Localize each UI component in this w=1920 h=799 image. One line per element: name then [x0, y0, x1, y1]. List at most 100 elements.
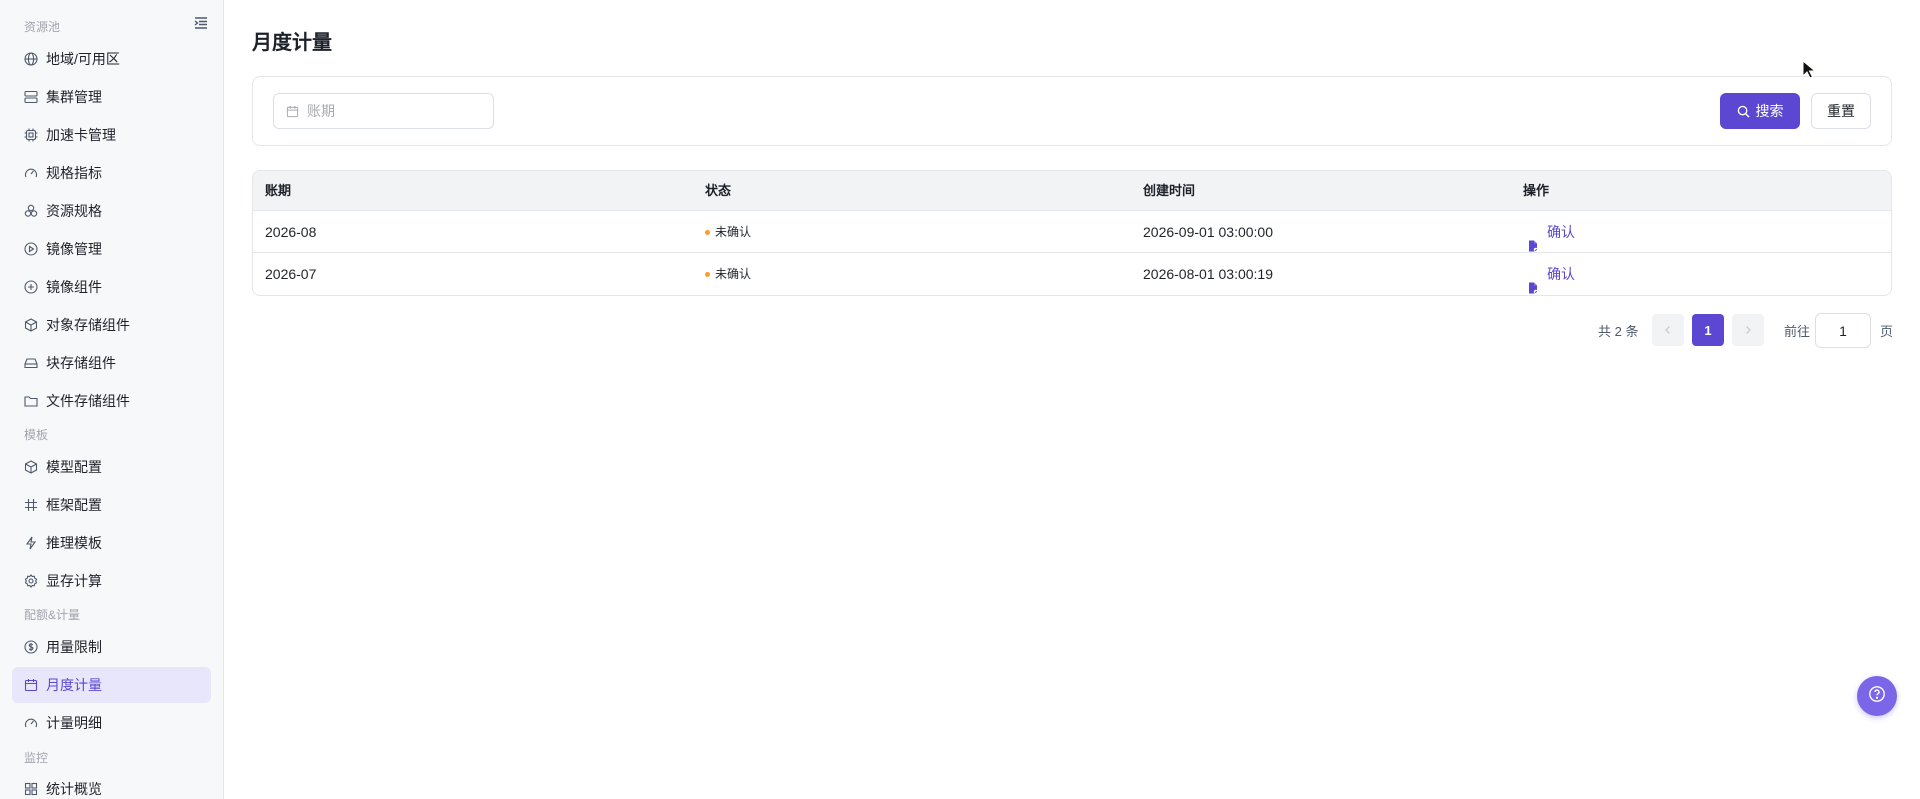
cell-status: 未确认 [705, 253, 751, 295]
search-button[interactable]: 搜索 [1720, 93, 1800, 129]
confirm-link[interactable]: 确认 [1527, 253, 1575, 295]
status-label: 未确认 [715, 225, 752, 239]
sidebar-group-quota: 配额&计量 [24, 608, 81, 622]
goto-page-input[interactable] [1815, 313, 1871, 348]
reset-button[interactable]: 重置 [1811, 93, 1871, 129]
sidebar-item-inference-template[interactable]: 推理模板 [12, 525, 211, 561]
gauge-icon [24, 166, 38, 180]
sidebar-item-usage-limit[interactable]: 用量限制 [12, 629, 211, 665]
sidebar-item-file-storage[interactable]: 文件存储组件 [12, 383, 211, 419]
cell-action: 确认 [1527, 211, 1575, 253]
sidebar-item-label: 加速卡管理 [46, 127, 116, 143]
column-header-action: 操作 [1523, 183, 1550, 198]
disc-plus-icon [24, 280, 38, 294]
status-dot [705, 229, 710, 235]
sidebar-item-label: 计量明细 [46, 715, 102, 731]
sidebar-item-accelerator[interactable]: 加速卡管理 [12, 117, 211, 153]
sidebar-item-label: 推理模板 [46, 535, 102, 551]
confirm-label: 确认 [1547, 266, 1575, 282]
confirm-label: 确认 [1547, 224, 1575, 240]
mouse-cursor-icon [1802, 59, 1818, 80]
sidebar-group-resource-pool: 资源池 [24, 20, 61, 34]
sidebar-item-vram-calc[interactable]: 显存计算 [12, 563, 211, 599]
gauge-icon [24, 716, 38, 730]
help-icon [1868, 685, 1886, 708]
cell-status: 未确认 [705, 211, 751, 253]
chip-icon [24, 128, 38, 142]
sidebar-item-framework-config[interactable]: 框架配置 [12, 487, 211, 523]
cell-created: 2026-08-01 03:00:19 [1143, 266, 1273, 282]
sidebar-item-image-component[interactable]: 镜像组件 [12, 269, 211, 305]
collapse-sidebar-icon[interactable] [193, 15, 209, 31]
grid-icon [24, 782, 38, 796]
cube-icon [24, 460, 38, 474]
calendar-icon [286, 105, 299, 118]
pagination-total: 共 2 条 [1598, 324, 1639, 339]
sidebar-item-label: 统计概览 [46, 781, 102, 797]
sidebar-item-region[interactable]: 地域/可用区 [12, 41, 211, 77]
period-input[interactable] [307, 103, 477, 119]
sidebar-item-label: 显存计算 [46, 573, 102, 589]
sidebar-item-image-mgmt[interactable]: 镜像管理 [12, 231, 211, 267]
sidebar-item-object-storage[interactable]: 对象存储组件 [12, 307, 211, 343]
cell-action: 确认 [1527, 253, 1575, 295]
search-icon [1737, 105, 1750, 118]
page-unit-label: 页 [1880, 324, 1894, 339]
table-row: 2026-08 未确认 2026-09-01 03:00:00 确认 [253, 211, 1891, 253]
sidebar-item-label: 对象存储组件 [46, 317, 130, 333]
calendar-icon [24, 678, 38, 692]
cell-period: 2026-08 [265, 224, 317, 240]
bolt-icon [24, 536, 38, 550]
chevron-right-icon [1743, 323, 1753, 338]
cell-period: 2026-07 [265, 266, 317, 282]
sidebar-item-monthly-metering[interactable]: 月度计量 [12, 667, 211, 703]
sidebar-item-label: 用量限制 [46, 639, 102, 655]
hash-icon [24, 498, 38, 512]
gear-icon [24, 574, 38, 588]
sidebar-item-label: 月度计量 [46, 677, 102, 693]
filter-bar: 搜索 重置 [252, 76, 1892, 146]
confirm-link[interactable]: 确认 [1527, 211, 1575, 253]
disc-icon [24, 242, 38, 256]
sidebar-item-label: 文件存储组件 [46, 393, 130, 409]
page-number-button[interactable]: 1 [1692, 314, 1724, 346]
shapes-icon [24, 204, 38, 218]
sidebar-item-label: 规格指标 [46, 165, 102, 181]
document-icon [1527, 268, 1539, 294]
sidebar-item-block-storage[interactable]: 块存储组件 [12, 345, 211, 381]
sidebar-item-model-config[interactable]: 模型配置 [12, 449, 211, 485]
status-dot [705, 271, 710, 277]
sidebar-item-stats-overview[interactable]: 统计概览 [12, 771, 211, 799]
column-header-created: 创建时间 [1143, 183, 1196, 198]
drive-icon [24, 356, 38, 370]
sidebar-item-resource-spec[interactable]: 资源规格 [12, 193, 211, 229]
goto-label: 前往 [1784, 324, 1811, 339]
period-picker[interactable] [273, 93, 494, 129]
sidebar-group-monitor: 监控 [24, 751, 49, 765]
table-row: 2026-07 未确认 2026-08-01 03:00:19 确认 [253, 253, 1891, 295]
metering-table: 账期 状态 创建时间 操作 2026-08 未确认 2026-09-01 03:… [252, 170, 1892, 296]
next-page-button[interactable] [1732, 314, 1764, 346]
sidebar-item-label: 集群管理 [46, 89, 102, 105]
sidebar-item-label: 地域/可用区 [46, 51, 120, 67]
coin-icon [24, 640, 38, 654]
document-icon [1527, 226, 1539, 252]
page-title: 月度计量 [252, 32, 332, 54]
prev-page-button[interactable] [1652, 314, 1684, 346]
sidebar-item-spec-metrics[interactable]: 规格指标 [12, 155, 211, 191]
sidebar-item-label: 镜像组件 [46, 279, 102, 295]
box-icon [24, 318, 38, 332]
globe-icon [24, 52, 38, 66]
sidebar-item-label: 资源规格 [46, 203, 102, 219]
sidebar-item-metering-detail[interactable]: 计量明细 [12, 705, 211, 741]
sidebar-group-template: 模板 [24, 428, 49, 442]
sidebar-item-label: 模型配置 [46, 459, 102, 475]
server-icon [24, 90, 38, 104]
sidebar-item-cluster[interactable]: 集群管理 [12, 79, 211, 115]
cell-created: 2026-09-01 03:00:00 [1143, 224, 1273, 240]
column-header-status: 状态 [705, 183, 732, 198]
sidebar-item-label: 框架配置 [46, 497, 102, 513]
help-button[interactable] [1857, 676, 1897, 716]
folder-icon [24, 394, 38, 408]
chevron-left-icon [1663, 323, 1673, 338]
